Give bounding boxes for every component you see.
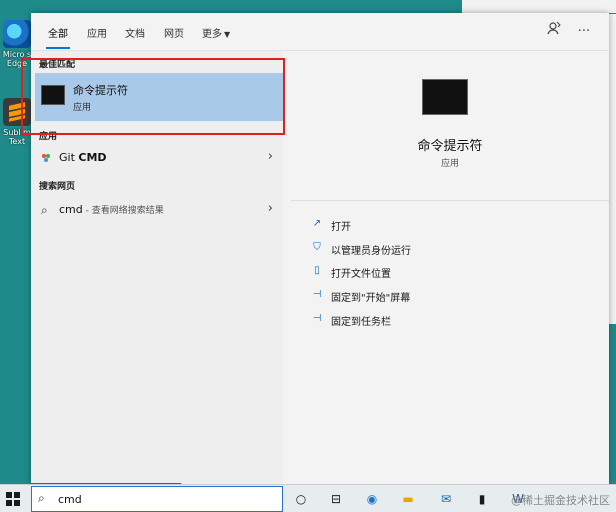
app-result-bold: CMD (78, 151, 107, 164)
chevron-down-icon: ▼ (224, 30, 231, 39)
action-run-as-admin[interactable]: ⛉ 以管理员身份运行 (311, 240, 511, 258)
terminal-icon[interactable]: ▮ (472, 489, 492, 509)
preview-title: 命令提示符 (417, 139, 483, 154)
app-result-prefix: Git (59, 151, 79, 164)
person-feedback-icon[interactable] (543, 21, 565, 43)
cortana-icon[interactable]: ○ (291, 489, 311, 509)
action-open[interactable]: ↗ 打开 (311, 216, 511, 234)
file-explorer-icon[interactable]: ▬ (398, 489, 418, 509)
sublime-text-icon (3, 98, 31, 126)
pin-icon: ⊣ (312, 313, 322, 324)
background-window (462, 0, 616, 13)
search-icon: ⌕ (38, 491, 45, 505)
filter-tabs: 全部 应用 文档 网页 更多 ▼ ··· (31, 13, 609, 51)
preview-subtitle: 应用 (440, 159, 459, 169)
desktop-icon-label: Text (8, 137, 26, 146)
action-open-file-location[interactable]: ▯ 打开文件位置 (311, 263, 511, 281)
tab-documents[interactable]: 文档 (125, 25, 145, 40)
preview-pane: 命令提示符 应用 ↗ 打开 ⛉ 以管理员身份运行 ▯ 打开文件位置 ⊣ 固定到"… (291, 51, 609, 484)
action-label: 打开文件位置 (331, 269, 391, 280)
best-match-subtitle: 应用 (73, 103, 92, 113)
web-search-header: 搜索网页 (39, 182, 76, 192)
best-match-header: 最佳匹配 (39, 60, 76, 70)
desktop-icon-edge[interactable]: Micro s Edge (0, 20, 34, 68)
desktop-icon-sublime[interactable]: Sublim Text (0, 98, 34, 146)
app-result-label: Git CMD (59, 151, 107, 164)
web-search-label: cmd - 查看网络搜索结果 (59, 203, 164, 216)
open-icon: ↗ (312, 218, 322, 229)
search-icon: ⌕ (41, 203, 48, 217)
desktop-icon-label: Micro s (2, 50, 32, 59)
command-prompt-icon (41, 85, 65, 105)
git-icon (42, 154, 50, 162)
app-result-git-cmd[interactable]: Git CMD › (35, 147, 279, 169)
web-search-hint: - 查看网络搜索结果 (82, 206, 164, 216)
action-pin-to-start[interactable]: ⊣ 固定到"开始"屏幕 (311, 287, 511, 305)
results-list: 最佳匹配 命令提示符 应用 应用 Git CMD › 搜索网页 ⌕ cmd - … (31, 51, 283, 484)
action-label: 打开 (331, 222, 351, 233)
edge-icon[interactable]: ◉ (362, 489, 382, 509)
chevron-right-icon[interactable]: › (268, 149, 273, 164)
file-location-icon: ▯ (314, 265, 320, 276)
best-match-item[interactable]: 命令提示符 应用 (35, 73, 283, 121)
action-label: 固定到任务栏 (331, 317, 391, 328)
taskbar: ⌕ ○ ⊟ ◉ ▬ ✉ ▮ W @稀土掘金技术社区 (0, 484, 616, 512)
mail-icon[interactable]: ✉ (436, 489, 456, 509)
windows-start-icon[interactable] (6, 492, 20, 506)
web-search-result[interactable]: ⌕ cmd - 查看网络搜索结果 › (35, 199, 279, 221)
background-window (609, 14, 616, 324)
tab-all[interactable]: 全部 (46, 25, 70, 49)
best-match-title: 命令提示符 (73, 84, 128, 97)
watermark-text: @稀土掘金技术社区 (511, 494, 610, 507)
search-input[interactable] (58, 491, 258, 507)
search-panel: 全部 应用 文档 网页 更多 ▼ ··· 最佳匹配 命令提示符 应用 应用 Git… (31, 13, 609, 484)
shield-icon: ⛉ (313, 242, 321, 253)
chevron-right-icon[interactable]: › (268, 201, 273, 216)
tab-apps[interactable]: 应用 (87, 25, 107, 40)
action-label: 固定到"开始"屏幕 (331, 293, 411, 304)
tab-more[interactable]: 更多 ▼ (202, 25, 230, 40)
action-pin-to-taskbar[interactable]: ⊣ 固定到任务栏 (311, 311, 511, 329)
desktop-icon-label: Sublim (3, 128, 31, 137)
tab-more-label: 更多 (202, 29, 222, 40)
web-search-query: cmd (59, 203, 83, 216)
apps-header: 应用 (39, 132, 58, 142)
task-view-icon[interactable]: ⊟ (326, 489, 346, 509)
taskbar-search-box[interactable]: ⌕ (31, 486, 283, 512)
edge-icon (3, 20, 31, 48)
ellipsis-icon[interactable]: ··· (573, 21, 595, 43)
action-label: 以管理员身份运行 (331, 246, 411, 257)
command-prompt-icon (422, 79, 468, 115)
app-preview: 命令提示符 应用 (291, 51, 609, 201)
desktop-icon-label: Edge (6, 59, 28, 68)
tab-web[interactable]: 网页 (164, 25, 184, 40)
pin-icon: ⊣ (312, 289, 322, 300)
